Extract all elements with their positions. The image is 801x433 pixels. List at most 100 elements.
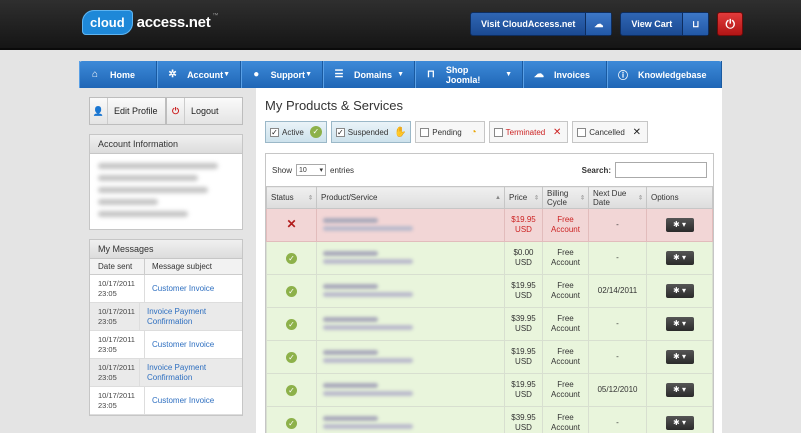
next-due-cell: 05/12/2010 bbox=[588, 373, 647, 407]
options-button[interactable]: ✱ ▾ bbox=[665, 317, 694, 331]
status-cell: ✓ bbox=[266, 406, 317, 433]
options-button[interactable]: ✱ ▾ bbox=[665, 416, 694, 430]
entries-select[interactable]: 10 ▾ bbox=[296, 164, 327, 176]
price-value: $39.95 bbox=[511, 413, 536, 422]
filter-checkbox[interactable] bbox=[577, 127, 587, 137]
nav-item-domains[interactable]: ☰ Domains ▼ bbox=[323, 61, 415, 88]
suspended-icon: ✕ bbox=[286, 217, 297, 231]
col-billing-cycle[interactable]: Billing Cycle ⇕ bbox=[542, 186, 589, 209]
col-next-due-date[interactable]: Next Due Date ⇕ bbox=[588, 186, 647, 209]
message-row: 10/17/2011 23:05 Invoice Payment Confirmat… bbox=[90, 302, 242, 331]
message-subject-link[interactable]: Customer Invoice bbox=[145, 284, 214, 294]
nav-item-shop-joomla[interactable]: ⊓ Shop Joomla! ▼ bbox=[415, 61, 523, 88]
nav-item-invoices[interactable]: ☁ Invoices bbox=[523, 61, 607, 88]
options-button[interactable]: ✱ ▾ bbox=[665, 218, 694, 232]
product-cell-redacted[interactable] bbox=[316, 307, 505, 341]
filter-active[interactable]: ✓ Active ✓ bbox=[265, 121, 327, 143]
filter-checkbox[interactable] bbox=[493, 127, 503, 137]
status-cell: ✓ bbox=[266, 373, 317, 407]
product-cell-redacted[interactable] bbox=[316, 373, 505, 407]
options-cell: ✱ ▾ bbox=[646, 241, 713, 275]
search-input[interactable] bbox=[615, 162, 707, 178]
filter-suspended[interactable]: ✓ Suspended ✋ bbox=[330, 121, 412, 143]
price-cell: $0.00 USD bbox=[504, 241, 543, 275]
next-due-cell: - bbox=[588, 406, 647, 433]
next-due-date: 02/14/2011 bbox=[597, 286, 638, 295]
price-currency: USD bbox=[515, 291, 532, 300]
visit-cloudaccess-button[interactable]: Visit CloudAccess.net ☁ bbox=[470, 12, 613, 36]
product-cell-redacted[interactable] bbox=[316, 406, 505, 433]
product-cell-redacted[interactable] bbox=[316, 241, 505, 275]
table-row: ✓ $39.95 USD Free Account - ✱ ▾ bbox=[266, 406, 713, 433]
product-cell-redacted[interactable] bbox=[316, 208, 505, 242]
filter-label: Cancelled bbox=[589, 127, 625, 137]
power-icon: ⏻ bbox=[167, 98, 185, 124]
col-product-service[interactable]: Product/Service ▲ bbox=[316, 186, 505, 209]
sort-icon: ▲ bbox=[495, 194, 501, 201]
nav-label: Account bbox=[187, 69, 224, 80]
filter-checkbox[interactable]: ✓ bbox=[270, 127, 279, 137]
options-button[interactable]: ✱ ▾ bbox=[665, 350, 694, 364]
message-date-time: 23:05 bbox=[98, 400, 117, 410]
filter-checkbox[interactable] bbox=[420, 127, 430, 137]
view-cart-button[interactable]: View Cart ⊔ bbox=[620, 12, 710, 36]
message-subject-link[interactable]: Customer Invoice bbox=[145, 340, 214, 350]
message-date-day: 10/17/2011 bbox=[98, 362, 135, 372]
message-date-day: 10/17/2011 bbox=[98, 390, 135, 400]
account-info-redacted bbox=[98, 187, 208, 193]
billing-cycle-cell: Free Account bbox=[542, 241, 589, 275]
entries-label: entries bbox=[330, 165, 355, 175]
search-label: Search: bbox=[581, 165, 611, 175]
check-circle-icon: ✓ bbox=[309, 126, 322, 138]
table-row: ✓ $39.95 USD Free Account - ✱ ▾ bbox=[266, 307, 713, 341]
messages-title: My Messages bbox=[90, 240, 242, 259]
options-button[interactable]: ✱ ▾ bbox=[665, 251, 694, 265]
product-cell-redacted[interactable] bbox=[316, 340, 505, 374]
billing-cycle-cell: Free Account bbox=[542, 307, 589, 341]
filter-cancelled[interactable]: Cancelled ✕ bbox=[572, 121, 648, 143]
edit-profile-button[interactable]: 👤 Edit Profile bbox=[89, 97, 166, 125]
filter-checkbox[interactable]: ✓ bbox=[335, 127, 345, 137]
price-cell: $19.95 USD bbox=[504, 340, 543, 374]
account-info-title: Account Information bbox=[90, 135, 242, 154]
gear-icon: ✱ bbox=[673, 286, 680, 295]
nav-label: Invoices bbox=[554, 69, 591, 80]
options-button[interactable]: ✱ ▾ bbox=[665, 383, 694, 397]
active-check-icon: ✓ bbox=[286, 417, 297, 429]
account-info-redacted bbox=[98, 175, 198, 181]
chevron-down-icon: ▾ bbox=[319, 167, 324, 174]
filter-label: Active bbox=[282, 127, 304, 137]
col-status[interactable]: Status ⇕ bbox=[266, 186, 317, 209]
nav-label: Shop Joomla! bbox=[445, 64, 481, 85]
chevron-down-icon: ▾ bbox=[681, 286, 686, 295]
filter-pending[interactable]: Pending ◔ bbox=[415, 121, 485, 143]
next-due-date: - bbox=[616, 220, 619, 229]
message-subject-link[interactable]: Customer Invoice bbox=[145, 396, 214, 406]
message-subject-link[interactable]: Invoice Payment Confirmation bbox=[140, 363, 242, 383]
top-bar: cloud access.net ™ Visit CloudAccess.net… bbox=[0, 0, 801, 50]
nav-item-home[interactable]: ⌂ Home bbox=[79, 61, 157, 88]
message-date-day: 10/17/2011 bbox=[98, 306, 135, 316]
power-button[interactable]: ⏻ bbox=[717, 12, 744, 36]
sort-icon: ⇕ bbox=[307, 195, 313, 201]
col-price[interactable]: Price ⇕ bbox=[504, 186, 543, 209]
billing-cycle: Free Account bbox=[551, 380, 580, 399]
view-cart-label: View Cart bbox=[631, 19, 673, 29]
nav-label: Knowledgebase bbox=[638, 69, 707, 80]
gear-icon: ✲ bbox=[168, 69, 177, 80]
next-due-date: 05/12/2010 bbox=[597, 385, 638, 394]
logo-cloud: cloud bbox=[82, 9, 133, 35]
billing-cycle: Free Account bbox=[551, 248, 580, 267]
options-button[interactable]: ✱ ▾ bbox=[665, 284, 694, 298]
message-subject-link[interactable]: Invoice Payment Confirmation bbox=[140, 307, 242, 327]
filter-terminated[interactable]: Terminated ✕ bbox=[488, 121, 569, 143]
nav-item-knowledgebase[interactable]: ⓘ Knowledgebase bbox=[607, 61, 722, 88]
col-label: Options bbox=[651, 193, 679, 202]
cloud-icon: ☁ bbox=[534, 69, 544, 80]
logo[interactable]: cloud access.net ™ bbox=[82, 7, 218, 37]
product-cell-redacted[interactable] bbox=[316, 274, 505, 308]
nav-item-account[interactable]: ✲ Account ▼ bbox=[157, 61, 241, 88]
clock-icon: ◔ bbox=[470, 126, 477, 138]
nav-item-support[interactable]: ● Support ▼ bbox=[241, 61, 323, 88]
logout-button[interactable]: ⏻ Logout bbox=[166, 97, 243, 125]
